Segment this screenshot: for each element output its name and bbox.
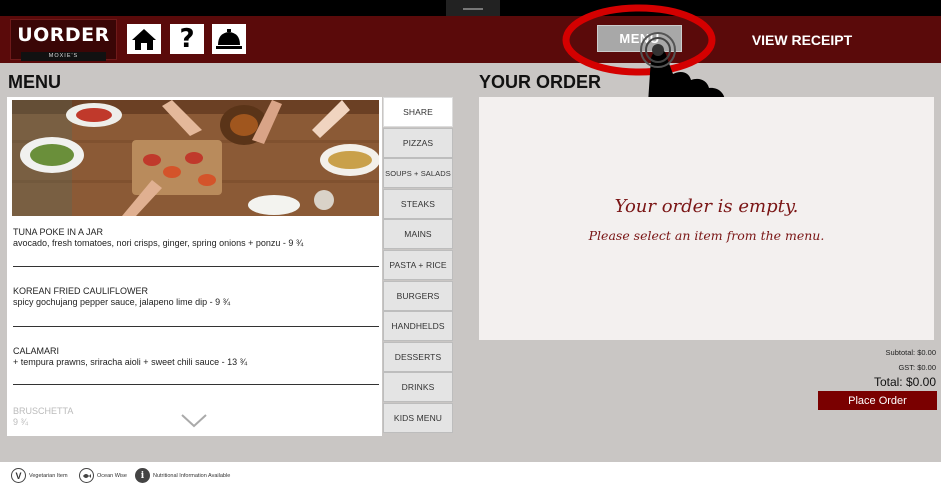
your-order-title: YOUR ORDER: [479, 72, 602, 92]
menu-item-description: spicy gochujang pepper sauce, jalapeno l…: [13, 297, 231, 307]
help-button[interactable]: ?: [170, 24, 204, 54]
place-order-button[interactable]: Place Order: [818, 391, 937, 410]
category-tab-steaks[interactable]: STEAKS: [383, 189, 453, 219]
legend-vegetarian: V Vegetarian Item: [11, 468, 68, 483]
category-tab-soups-salads[interactable]: SOUPS + SALADS: [383, 158, 453, 188]
empty-order-subtitle: Please select an item from the menu.: [588, 228, 825, 243]
category-nav: SHARE PIZZAS SOUPS + SALADS STEAKS MAINS…: [383, 97, 453, 436]
legend-label: Ocean Wise: [97, 472, 127, 479]
divider: [13, 384, 379, 385]
category-tab-share[interactable]: SHARE: [383, 97, 453, 127]
legend-nutritional-info: i Nutritional Information Available: [135, 468, 230, 483]
menu-item[interactable]: TUNA POKE IN A JAR avocado, fresh tomato…: [13, 226, 379, 249]
category-tab-burgers[interactable]: BURGERS: [383, 281, 453, 311]
legend-label: Vegetarian Item: [29, 472, 68, 479]
call-server-button[interactable]: [212, 24, 246, 54]
menu-button[interactable]: MENU: [597, 25, 682, 52]
chevron-down-icon[interactable]: [181, 414, 207, 428]
service-bell-icon: [216, 29, 242, 49]
empty-order-title: Your order is empty.: [614, 196, 799, 217]
menu-item-description: + tempura prawns, sriracha aioli + sweet…: [13, 357, 248, 367]
menu-item-name: KOREAN FRIED CAULIFLOWER: [13, 286, 149, 296]
total-value: Total: $0.00: [873, 375, 936, 389]
view-receipt-button[interactable]: VIEW RECEIPT: [742, 32, 862, 48]
food-banner-image: [12, 100, 379, 216]
menu-item-list[interactable]: TUNA POKE IN A JAR avocado, fresh tomato…: [7, 97, 382, 436]
legend-footer: V Vegetarian Item Ocean Wise i Nutrition…: [0, 462, 941, 487]
menu-title: MENU: [8, 72, 61, 92]
legend-ocean-wise: Ocean Wise: [79, 468, 127, 483]
category-tab-desserts[interactable]: DESSERTS: [383, 342, 453, 372]
menu-item-description: avocado, fresh tomatoes, nori crisps, gi…: [13, 238, 304, 248]
category-tab-kids-menu[interactable]: KIDS MENU: [383, 403, 453, 433]
order-panel: Your order is empty. Please select an it…: [479, 97, 934, 340]
logo-subtext: MOXIE'S: [21, 52, 106, 61]
menu-item-name: TUNA POKE IN A JAR: [13, 227, 104, 237]
legend-label: Nutritional Information Available: [153, 472, 231, 479]
home-icon: [132, 29, 156, 50]
vegetarian-icon: V: [11, 468, 26, 483]
gst-value: GST: $0.00: [898, 363, 936, 372]
info-icon: i: [135, 468, 150, 483]
logo-text: UORDER: [17, 24, 110, 46]
category-tab-mains[interactable]: MAINS: [383, 219, 453, 249]
menu-item[interactable]: CALAMARI + tempura prawns, sriracha aiol…: [13, 345, 379, 368]
category-tab-pizzas[interactable]: PIZZAS: [383, 128, 453, 158]
home-button[interactable]: [127, 24, 161, 54]
menu-item[interactable]: KOREAN FRIED CAULIFLOWER spicy gochujang…: [13, 285, 379, 308]
category-tab-handhelds[interactable]: HANDHELDS: [383, 311, 453, 341]
divider: [13, 326, 379, 327]
uorder-logo[interactable]: UORDER MOXIE'S: [10, 19, 117, 61]
device-top-bar: [0, 0, 941, 20]
ocean-wise-icon: [79, 468, 94, 483]
divider: [13, 266, 379, 267]
menu-item-name: CALAMARI: [13, 346, 60, 356]
category-tab-pasta-rice[interactable]: PASTA + RICE: [383, 250, 453, 280]
question-mark-icon: ?: [179, 24, 195, 54]
subtotal-value: Subtotal: $0.00: [885, 348, 936, 357]
category-tab-drinks[interactable]: DRINKS: [383, 372, 453, 402]
